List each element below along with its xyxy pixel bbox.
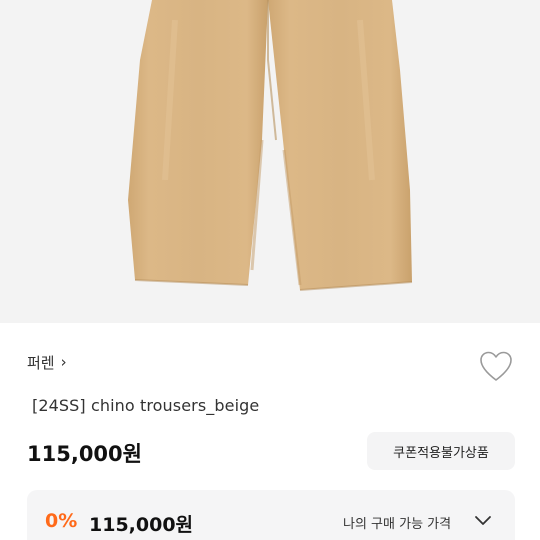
my-price-panel[interactable]: 0% 115,000원 나의 구매 가능 가격 — [27, 490, 515, 540]
brand-link[interactable]: 퍼렌 › — [27, 352, 67, 373]
brand-name: 퍼렌 — [27, 354, 55, 372]
final-price: 115,000원 — [89, 514, 194, 536]
chevron-down-icon[interactable] — [473, 510, 493, 530]
product-price: 115,000원 — [27, 442, 142, 466]
heart-outline-icon[interactable] — [478, 349, 514, 385]
coupon-status-button[interactable]: 쿠폰적용불가상품 — [367, 432, 515, 470]
product-title: [24SS] chino trousers_beige — [32, 396, 260, 415]
my-price-label[interactable]: 나의 구매 가능 가격 — [343, 513, 451, 532]
discount-rate: 0% — [45, 510, 78, 532]
product-image[interactable] — [0, 0, 540, 323]
trousers-illustration — [0, 0, 540, 323]
chevron-right-icon: › — [60, 353, 67, 371]
